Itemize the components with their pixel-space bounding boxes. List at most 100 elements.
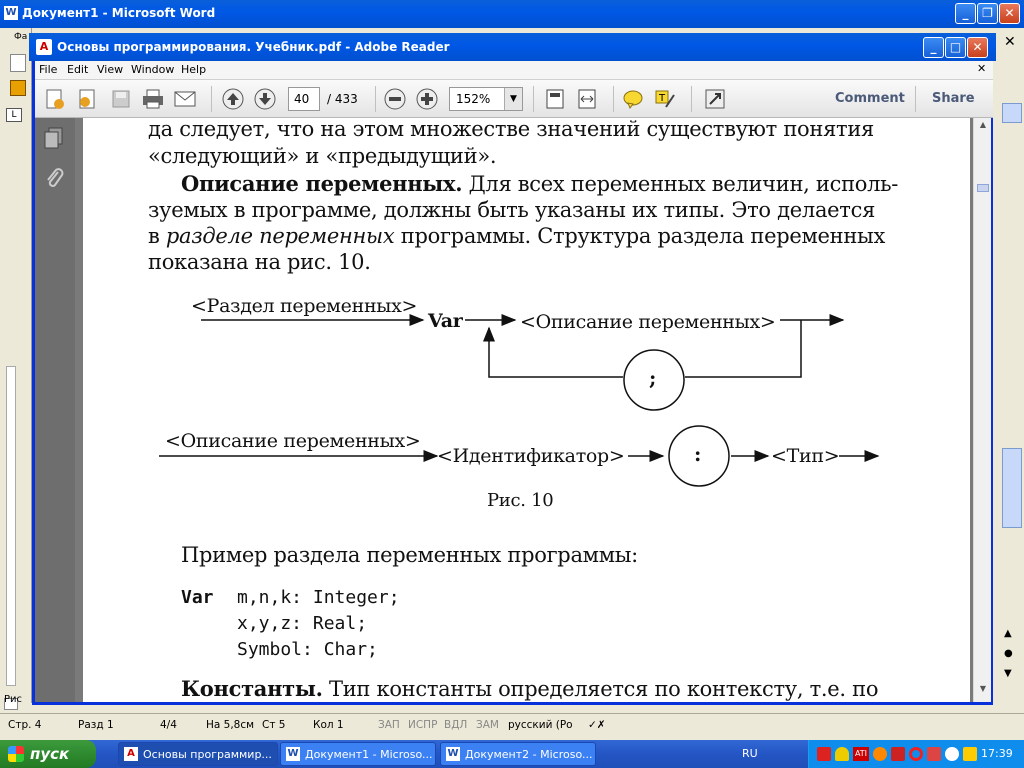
- taskbar-item-word2[interactable]: W Документ2 - Microso...: [440, 742, 596, 766]
- reader-maximize-button[interactable]: □: [945, 37, 966, 58]
- ati-icon[interactable]: ATI: [853, 747, 869, 761]
- language-indicator[interactable]: RU: [742, 747, 758, 760]
- word-right-scroll[interactable]: ✕ ▲ ● ▼: [992, 28, 1024, 703]
- navigation-panel: [35, 118, 75, 702]
- expand-icon[interactable]: [703, 87, 727, 111]
- scroll-down-icon[interactable]: ▼: [976, 684, 990, 698]
- sticky-note-icon[interactable]: [621, 87, 645, 111]
- text-line: зуемых в программе, должны быть указаны …: [148, 198, 876, 222]
- highlight-text-icon[interactable]: T: [653, 87, 677, 111]
- toolbar-separator: [533, 86, 534, 112]
- new-doc-icon[interactable]: [10, 54, 26, 72]
- status-lang: русский (Ро: [508, 719, 573, 731]
- pages-panel-icon[interactable]: [43, 126, 65, 153]
- print-icon[interactable]: [141, 87, 165, 111]
- page-total: / 433: [327, 92, 358, 106]
- status-trk[interactable]: ИСПР: [408, 719, 437, 731]
- create-pdf-icon[interactable]: [43, 87, 67, 111]
- tab-stop-icon[interactable]: L: [6, 108, 22, 122]
- email-icon[interactable]: [173, 87, 197, 111]
- menu-edit[interactable]: Edit: [67, 63, 88, 76]
- italic-term: разделе переменных: [165, 224, 395, 248]
- status-page: Стр. 4: [8, 719, 42, 731]
- reader-close-button[interactable]: ✕: [967, 37, 988, 58]
- reader-minimize-button[interactable]: _: [923, 37, 944, 58]
- adobe-reader-icon: A: [36, 39, 52, 55]
- reader-title-bar[interactable]: A Основы программирования. Учебник.pdf -…: [29, 33, 996, 61]
- windows-logo-icon: [8, 746, 24, 762]
- toolbar-separator: [211, 86, 212, 112]
- word-left-toolbar: Фа L: [0, 28, 32, 710]
- menu-view[interactable]: View: [97, 63, 123, 76]
- code-keyword: Var: [181, 587, 214, 608]
- menu-file[interactable]: File: [39, 63, 57, 76]
- chevron-down-icon[interactable]: ▼: [504, 88, 522, 110]
- tray-app-icon[interactable]: [927, 747, 941, 761]
- status-rec[interactable]: ЗАП: [378, 719, 400, 731]
- opera-icon[interactable]: [909, 747, 923, 761]
- flash-icon[interactable]: [873, 747, 887, 761]
- word-close-doc-icon[interactable]: ✕: [1004, 34, 1016, 50]
- text-line: Описание переменных. Для всех переменных…: [181, 171, 898, 196]
- word-minimize-button[interactable]: _: [955, 3, 976, 24]
- menu-help[interactable]: Help: [181, 63, 206, 76]
- text-span: Тип константы определяется по контексту,…: [322, 677, 879, 701]
- comment-button[interactable]: Comment: [835, 91, 905, 106]
- shield-icon[interactable]: [835, 747, 849, 761]
- tray-app-icon[interactable]: [963, 747, 977, 761]
- share-button[interactable]: Share: [932, 91, 975, 106]
- word-select-object-icon[interactable]: ●: [1004, 648, 1013, 659]
- scroll-thumb[interactable]: [977, 184, 989, 192]
- previous-page-icon[interactable]: [221, 87, 245, 111]
- reader-vertical-scrollbar[interactable]: ▲ ▼: [973, 118, 991, 702]
- system-tray: ATI 17:39: [808, 740, 1024, 768]
- status-ovr[interactable]: ЗАМ: [476, 719, 499, 731]
- toolbar-separator: [691, 86, 692, 112]
- close-document-icon[interactable]: ✕: [977, 62, 986, 75]
- open-icon[interactable]: [75, 87, 99, 111]
- scroll-up-icon[interactable]: ▲: [976, 120, 990, 134]
- word-restore-button[interactable]: ❐: [977, 3, 998, 24]
- word-menu-fragment[interactable]: Фа: [14, 32, 27, 42]
- fit-width-icon[interactable]: [575, 87, 599, 111]
- word-title-bar[interactable]: W Документ1 - Microsoft Word _ ❐ ✕: [0, 0, 1024, 28]
- word-icon: W: [286, 747, 300, 761]
- word-icon: W: [446, 747, 460, 761]
- heading-konstanty: Константы.: [181, 676, 323, 701]
- tray-app-icon[interactable]: [945, 747, 959, 761]
- fit-page-icon[interactable]: [543, 87, 567, 111]
- spelling-status-icon[interactable]: ✓✗: [588, 719, 606, 731]
- page-number-input[interactable]: 40: [288, 87, 320, 111]
- text-line: в разделе переменных программы. Структур…: [148, 224, 885, 248]
- diagram-label-opisanie-2: <Описание переменных>: [165, 430, 421, 452]
- diagram-keyword-var: Var: [428, 310, 463, 332]
- word-prev-page-icon[interactable]: ▲: [1004, 628, 1012, 639]
- save-icon[interactable]: [109, 87, 133, 111]
- menu-window[interactable]: Window: [131, 63, 174, 76]
- word-scroll-up-icon[interactable]: [1002, 103, 1022, 123]
- status-ext[interactable]: ВДЛ: [444, 719, 467, 731]
- diagram-label-tip: <Тип>: [771, 445, 840, 467]
- tray-app-icon[interactable]: [891, 747, 905, 761]
- taskbar-item-word1[interactable]: W Документ1 - Microso...: [280, 742, 436, 766]
- word-close-button[interactable]: ✕: [999, 3, 1020, 24]
- zoom-out-icon[interactable]: [383, 87, 407, 111]
- attachments-icon[interactable]: [43, 166, 65, 193]
- clock[interactable]: 17:39: [981, 747, 1013, 760]
- code-line: Symbol: Char;: [237, 639, 378, 660]
- reader-title: Основы программирования. Учебник.pdf - A…: [57, 40, 450, 54]
- taskbar-item-reader[interactable]: A Основы программир...: [118, 742, 278, 766]
- text-span: в: [148, 224, 166, 248]
- tray-app-icon[interactable]: [817, 747, 831, 761]
- word-title: Документ1 - Microsoft Word: [22, 6, 216, 20]
- start-button[interactable]: пуск: [0, 740, 96, 768]
- word-next-page-icon[interactable]: ▼: [1004, 668, 1012, 679]
- word-scroll-thumb[interactable]: [1002, 448, 1022, 528]
- next-page-icon[interactable]: [253, 87, 277, 111]
- zoom-select[interactable]: 152% ▼: [449, 87, 523, 111]
- word-drawing-fragment[interactable]: Рис: [4, 694, 22, 705]
- diagram-label-identifier: <Идентификатор>: [437, 445, 625, 467]
- status-line: Ст 5: [262, 719, 286, 731]
- format-icon[interactable]: [10, 80, 26, 96]
- zoom-in-icon[interactable]: [415, 87, 439, 111]
